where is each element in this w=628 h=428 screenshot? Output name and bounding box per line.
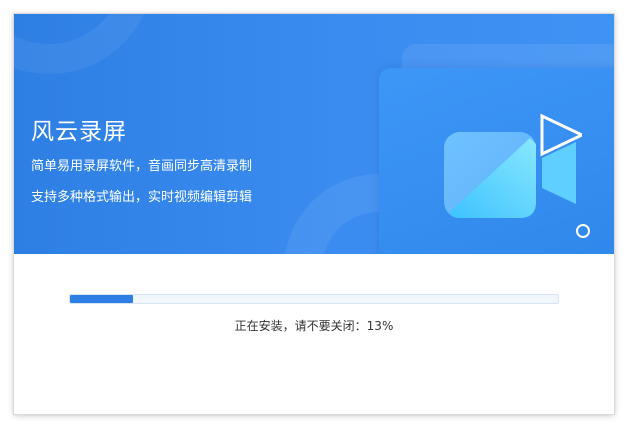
small-ring-icon xyxy=(576,224,590,238)
app-title: 风云录屏 xyxy=(31,119,127,145)
install-status-text: 正在安装，请不要关闭：13% xyxy=(14,317,614,334)
install-percent: 13% xyxy=(366,319,394,333)
tagline: 支持多种格式输出，实时视频编辑剪辑 xyxy=(31,190,253,205)
install-progress-fill xyxy=(70,295,134,303)
install-progress-bar xyxy=(69,294,559,304)
banner: 风云录屏 简单易用录屏软件，音画同步高清录制 支持多种格式输出，实时视频编辑剪辑 xyxy=(14,14,614,254)
tagline: 简单易用录屏软件，音画同步高清录制 xyxy=(31,159,253,174)
decorative-circle xyxy=(14,14,154,74)
install-status-message: 正在安装，请不要关闭： xyxy=(234,319,367,333)
video-camera-icon xyxy=(444,113,582,218)
installer-window: 风云录屏 简单易用录屏软件，音画同步高清录制 支持多种格式输出，实时视频编辑剪辑… xyxy=(14,14,614,414)
